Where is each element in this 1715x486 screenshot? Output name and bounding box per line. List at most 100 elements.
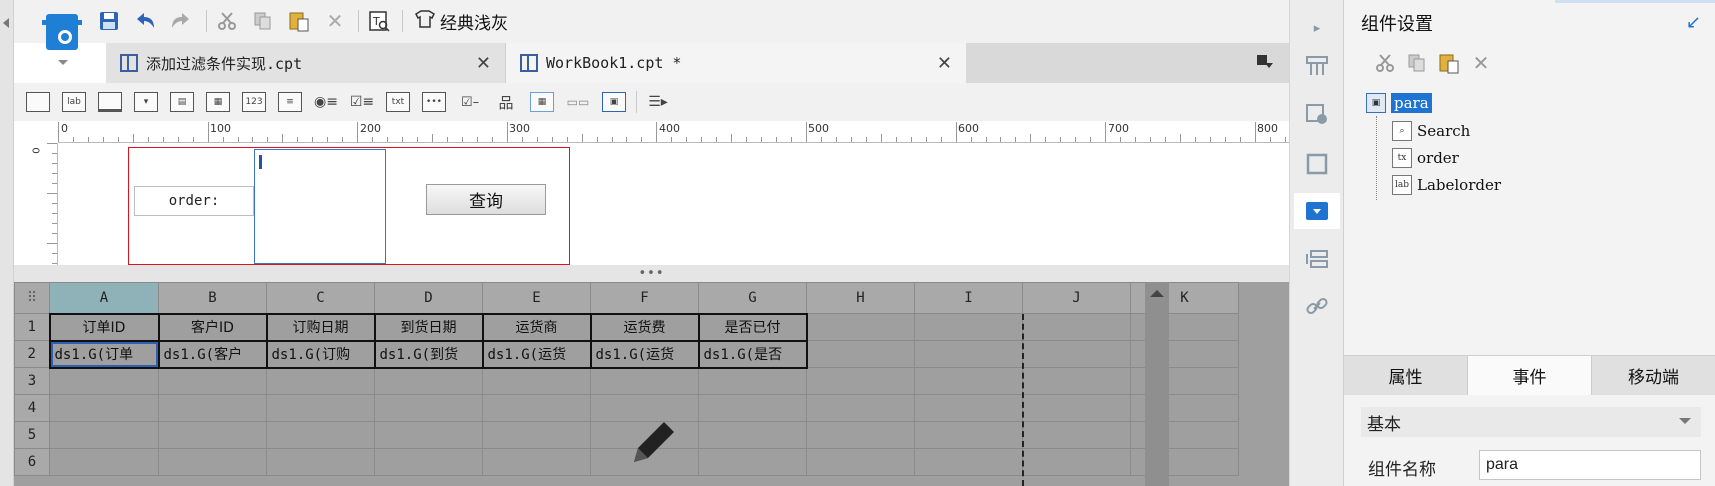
table-cell[interactable] [158,421,267,449]
tab-filter-report[interactable]: 添加过滤条件实现.cpt ✕ [106,43,506,83]
table-cell[interactable] [266,421,375,449]
table-cell[interactable] [374,448,483,476]
table-cell[interactable]: 是否已付 [697,312,808,342]
table-cell[interactable] [1022,340,1131,368]
column-header[interactable]: E [482,282,591,314]
row-header[interactable]: 6 [14,448,50,476]
table-cell[interactable] [49,421,159,449]
row-header[interactable]: 1 [14,313,50,341]
table-cell[interactable] [266,394,375,422]
theme-button[interactable]: 经典浅灰 [414,9,508,34]
column-header[interactable]: I [914,282,1023,314]
table-cell[interactable] [1022,421,1131,449]
widget-settings-icon[interactable] [1294,193,1340,229]
cut-icon[interactable] [1372,50,1398,76]
condition-icon[interactable] [1303,246,1331,274]
table-cell[interactable]: ds1.G(是否 [697,339,808,369]
spreadsheet[interactable]: ⠿ A B C D E F G H I J K 1 订单ID 客户ID 订购日期… [14,282,1289,486]
table-cell[interactable] [1022,448,1131,476]
order-input-widget[interactable] [254,149,386,264]
table-cell[interactable] [482,448,591,476]
table-cell[interactable]: ds1.G(订单 [48,339,160,369]
column-header[interactable]: H [806,282,915,314]
tab-events[interactable]: 事件 [1468,356,1592,395]
tree-node-order[interactable]: tx order [1392,145,1459,171]
tab-list-dropdown-icon[interactable] [1257,55,1273,69]
basic-section-header[interactable]: 基本 [1361,407,1701,437]
date-widget-icon[interactable]: ▤ [170,92,194,112]
table-cell[interactable] [266,448,375,476]
table-cell[interactable]: 到货日期 [373,312,484,342]
border-icon[interactable] [1303,150,1331,178]
close-icon[interactable]: ✕ [476,53,491,74]
paste-icon[interactable] [1436,50,1462,76]
table-cell[interactable] [914,313,1023,341]
vertical-scrollbar[interactable] [1145,282,1169,486]
calendar-widget-icon[interactable]: ▦ [206,92,230,112]
textarea-widget-icon[interactable]: ≡ [278,92,302,112]
table-cell[interactable] [914,421,1023,449]
radio-group-widget-icon[interactable]: ◉≡ [314,92,338,112]
table-cell[interactable]: ds1.G(运货 [481,339,592,369]
hyperlink-icon[interactable] [1303,292,1331,320]
close-icon[interactable]: ✕ [937,53,952,74]
checkbox-group-widget-icon[interactable]: ☑≡ [350,92,374,112]
table-cell[interactable]: 订单ID [48,312,160,342]
column-header[interactable]: A [49,282,159,314]
table-cell[interactable]: 订购日期 [265,312,376,342]
table-cell[interactable] [374,367,483,395]
more-widgets-icon[interactable]: ☰▸ [646,92,670,112]
password-widget-icon[interactable]: ••• [422,92,446,112]
splitter-handle[interactable]: ••• [14,265,1289,282]
tab-mobile[interactable]: 移动端 [1592,356,1715,395]
redo-icon[interactable] [168,9,194,33]
label-widget-icon[interactable] [26,92,50,112]
tab-properties[interactable]: 属性 [1344,356,1468,395]
tree-node-search[interactable]: ⌕ Search [1392,118,1470,144]
table-cell[interactable] [698,394,807,422]
delete-icon[interactable]: ✕ [1468,50,1494,76]
delete-icon[interactable]: ✕ [322,9,348,33]
expand-right-icon[interactable]: ▸ [1303,14,1331,42]
undo-icon[interactable] [132,9,158,33]
row-header[interactable]: 5 [14,421,50,449]
table-cell[interactable]: 运货商 [481,312,592,342]
dropdown-tree-widget-icon[interactable]: ▣ [602,92,626,112]
table-cell[interactable]: ds1.G(运货 [589,339,700,369]
template-icon[interactable]: T [366,9,392,33]
scroll-up-icon[interactable] [1150,290,1164,297]
column-header[interactable]: J [1022,282,1131,314]
pin-icon[interactable]: ↙ [1686,12,1701,33]
lab-widget-icon[interactable]: lab [62,92,86,112]
table-cell[interactable] [698,448,807,476]
table-cell[interactable] [482,394,591,422]
table-cell[interactable]: ds1.G(订购 [265,339,376,369]
tree-widget-icon[interactable]: 品 [494,92,518,112]
table-cell[interactable]: ds1.G(客户 [157,339,268,369]
txt-widget-icon[interactable]: txt [386,92,410,112]
list-widget-icon[interactable]: ▭▭ [566,92,590,112]
widget-name-input[interactable]: para [1479,450,1701,480]
collapse-left-icon[interactable] [3,18,9,28]
table-cell[interactable] [806,448,915,476]
save-icon[interactable] [96,9,122,33]
number-widget-icon[interactable]: 123 [242,92,266,112]
paste-icon[interactable] [286,9,312,33]
table-cell[interactable] [49,448,159,476]
copy-icon[interactable] [1404,50,1430,76]
table-cell[interactable] [914,340,1023,368]
query-button[interactable]: 查询 [426,184,546,215]
table-cell[interactable]: ds1.G(到货 [373,339,484,369]
table-tree-widget-icon[interactable]: ▦ [530,92,554,112]
order-label[interactable]: order: [134,186,254,216]
table-cell[interactable] [806,367,915,395]
table-cell[interactable] [158,394,267,422]
cut-icon[interactable] [214,9,240,33]
table-cell[interactable] [590,367,699,395]
column-header[interactable]: D [374,282,483,314]
table-cell[interactable] [806,313,915,341]
cell-attribute-icon[interactable] [1303,100,1331,128]
table-cell[interactable]: 运货费 [589,312,700,342]
row-header[interactable]: 3 [14,367,50,395]
table-cell[interactable] [1022,313,1131,341]
